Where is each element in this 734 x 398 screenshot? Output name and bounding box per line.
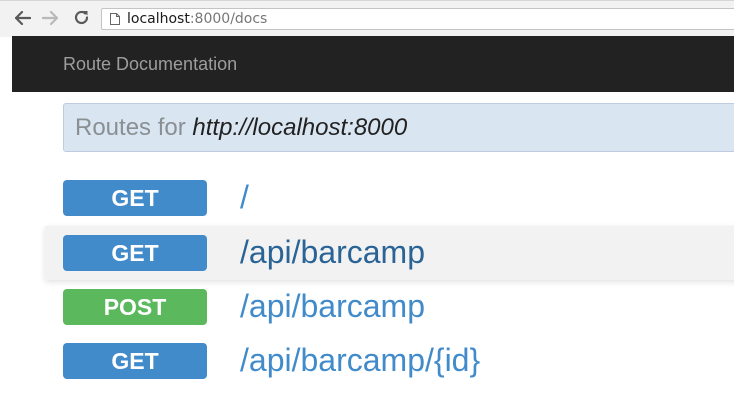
navbar-brand[interactable]: Route Documentation bbox=[63, 53, 237, 75]
page-icon bbox=[110, 13, 120, 25]
address-bar[interactable]: localhost:8000/docs bbox=[101, 8, 734, 30]
route-row[interactable]: POST /api/barcamp bbox=[45, 280, 734, 334]
method-badge-get[interactable]: GET bbox=[63, 235, 207, 271]
route-path-link[interactable]: / bbox=[240, 178, 249, 216]
back-arrow-icon[interactable] bbox=[13, 8, 33, 28]
top-navbar: Route Documentation bbox=[12, 36, 734, 92]
reload-icon[interactable] bbox=[71, 7, 91, 27]
route-path-link[interactable]: /api/barcamp/{id} bbox=[240, 341, 480, 379]
routes-header-label: Routes for bbox=[75, 113, 186, 141]
route-path-link[interactable]: /api/barcamp bbox=[240, 287, 425, 325]
address-host: localhost bbox=[127, 11, 190, 27]
route-path-link[interactable]: /api/barcamp bbox=[240, 233, 425, 271]
address-url: localhost:8000/docs bbox=[127, 9, 267, 29]
method-badge-get[interactable]: GET bbox=[63, 343, 207, 379]
method-badge-post[interactable]: POST bbox=[63, 289, 207, 325]
routes-header: Routes for http://localhost:8000 bbox=[75, 114, 407, 142]
address-path: :8000/docs bbox=[189, 11, 268, 27]
route-row[interactable]: GET / bbox=[45, 171, 734, 225]
browser-toolbar: localhost:8000/docs bbox=[0, 0, 734, 37]
base-url: http://localhost:8000 bbox=[192, 113, 408, 141]
route-row[interactable]: GET /api/barcamp/{id} bbox=[45, 334, 734, 388]
route-row[interactable]: GET /api/barcamp bbox=[45, 226, 734, 280]
forward-arrow-icon[interactable] bbox=[40, 8, 60, 28]
routes-header-panel: Routes for http://localhost:8000 bbox=[63, 103, 734, 152]
method-badge-get[interactable]: GET bbox=[63, 180, 207, 216]
